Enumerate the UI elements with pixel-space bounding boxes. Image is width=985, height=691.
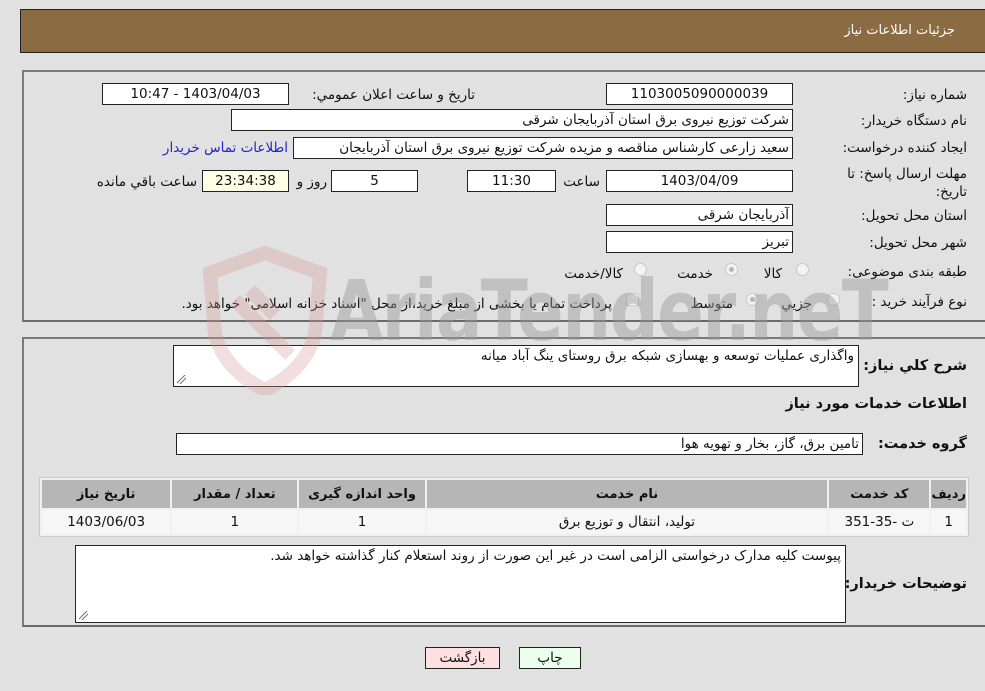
deadline-time-label: ساعت bbox=[563, 174, 600, 190]
col-row-number: ردیف bbox=[931, 480, 966, 508]
col-service-code: کد خدمت bbox=[829, 480, 930, 508]
col-unit: واحد اندازه گیری bbox=[299, 480, 425, 508]
table-row: 1 ت -35-351 تولید، انتقال و توزیع برق 1 … bbox=[42, 510, 966, 534]
category-radio-goods[interactable] bbox=[796, 263, 809, 276]
deadline-time-field: 11:30 bbox=[467, 170, 556, 192]
time-remaining-label: ساعت باقي مانده bbox=[96, 174, 197, 190]
category-option-service: خدمت bbox=[677, 266, 713, 282]
service-group-field: تامین برق، گاز، بخار و تهویه هوا bbox=[176, 433, 863, 455]
days-remaining-field: 5 bbox=[331, 170, 418, 192]
resize-handle-icon[interactable] bbox=[79, 611, 88, 620]
col-service-name: نام خدمت bbox=[426, 480, 828, 508]
category-radio-goods-service[interactable] bbox=[634, 263, 647, 276]
print-button[interactable]: چاپ bbox=[519, 647, 581, 669]
deadline-label: مهلت ارسال پاسخ: تا تاریخ: bbox=[847, 166, 967, 200]
category-option-goods-service: کالا/خدمت bbox=[564, 266, 623, 282]
services-table: ردیف کد خدمت نام خدمت واحد اندازه گیری ت… bbox=[39, 477, 969, 537]
buyer-contact-link[interactable]: اطلاعات تماس خریدار bbox=[163, 140, 288, 156]
delivery-city-label: شهر محل تحویل: bbox=[869, 235, 967, 251]
summary-textarea[interactable]: واگذاری عملیات توسعه و بهسازی شبکه برق ر… bbox=[173, 345, 859, 387]
need-number-label: شماره نیاز: bbox=[902, 87, 967, 103]
purchase-type-option-minor: جزیي bbox=[781, 296, 812, 312]
announce-datetime-label: تاریخ و ساعت اعلان عمومي: bbox=[312, 87, 475, 103]
buyer-notes-textarea[interactable]: پیوست کلیه مدارک درخواستی الزامی است در … bbox=[75, 545, 846, 623]
announce-datetime-field: 1403/04/03 - 10:47 bbox=[102, 83, 289, 105]
service-group-label: گروه خدمت: bbox=[877, 436, 967, 452]
need-number-field: 1103005090000039 bbox=[606, 83, 793, 105]
purchase-type-radio-medium[interactable] bbox=[746, 293, 759, 306]
cell-need-date: 1403/06/03 bbox=[42, 510, 171, 534]
days-label: روز و bbox=[296, 174, 327, 190]
col-need-date: تاریخ نیاز bbox=[42, 480, 171, 508]
treasury-bonds-checkbox[interactable] bbox=[626, 293, 639, 306]
table-header-row: ردیف کد خدمت نام خدمت واحد اندازه گیری ت… bbox=[42, 480, 966, 508]
cell-unit: 1 bbox=[299, 510, 425, 534]
category-label: طبقه بندی موضوعی: bbox=[847, 264, 967, 280]
cell-quantity: 1 bbox=[172, 510, 298, 534]
services-section-title: اطلاعات خدمات مورد نیاز bbox=[785, 396, 967, 412]
resize-handle-icon[interactable] bbox=[177, 375, 186, 384]
summary-label: شرح کلي نیاز: bbox=[863, 358, 967, 374]
requester-label: ایجاد کننده درخواست: bbox=[842, 140, 967, 156]
delivery-province-field: آذربایجان شرقی bbox=[606, 204, 793, 226]
buyer-notes-text: پیوست کلیه مدارک درخواستی الزامی است در … bbox=[270, 548, 841, 564]
buyer-org-field: شرکت توزیع نیروی برق استان آذربایجان شرق… bbox=[231, 109, 793, 131]
delivery-province-label: استان محل تحویل: bbox=[861, 208, 967, 224]
deadline-date-field: 1403/04/09 bbox=[606, 170, 793, 192]
purchase-type-option-medium: متوسط bbox=[690, 296, 733, 312]
category-option-goods: کالا bbox=[763, 266, 782, 282]
page-title: جزئیات اطلاعات نیاز bbox=[844, 23, 955, 38]
category-radio-service[interactable] bbox=[725, 263, 738, 276]
page-header: جزئیات اطلاعات نیاز bbox=[20, 9, 985, 53]
purchase-type-radio-minor[interactable] bbox=[827, 293, 840, 306]
cell-service-code: ت -35-351 bbox=[829, 510, 930, 534]
cell-service-name: تولید، انتقال و توزیع برق bbox=[426, 510, 828, 534]
cell-row-number: 1 bbox=[931, 510, 966, 534]
back-button[interactable]: بازگشت bbox=[425, 647, 500, 669]
time-remaining-field: 23:34:38 bbox=[202, 170, 289, 192]
summary-text: واگذاری عملیات توسعه و بهسازی شبکه برق ر… bbox=[480, 348, 854, 364]
buyer-org-label: نام دستگاه خریدار: bbox=[860, 113, 967, 129]
purchase-type-label: نوع فرآیند خرید : bbox=[871, 294, 967, 310]
requester-field: سعید زارعی کارشناس مناقصه و مزیده شرکت ت… bbox=[293, 137, 793, 159]
delivery-city-field: تبریز bbox=[606, 231, 793, 253]
treasury-bonds-note: پرداخت تمام یا بخشی از مبلغ خرید،از محل … bbox=[181, 296, 612, 312]
buyer-notes-label: توضیحات خریدار: bbox=[844, 576, 967, 592]
col-quantity: تعداد / مقدار bbox=[172, 480, 298, 508]
